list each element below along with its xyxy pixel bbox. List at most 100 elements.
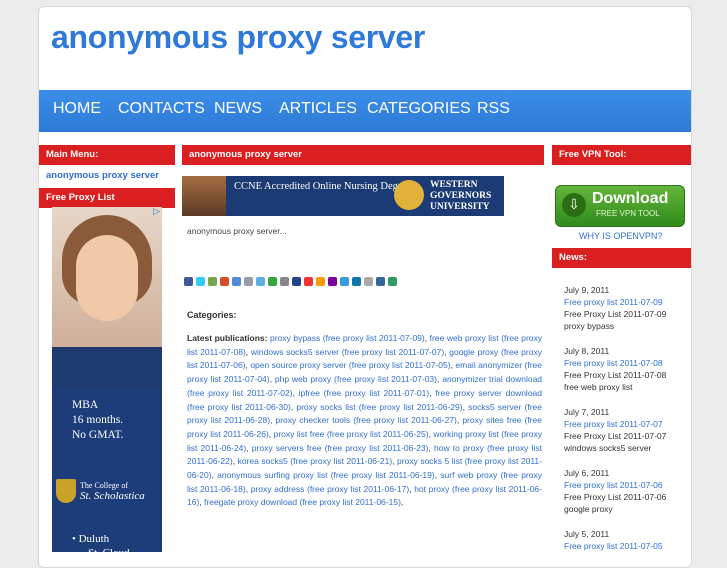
categories-label: Categories:	[187, 310, 237, 320]
news-link[interactable]: Free proxy list 2011-07-08	[564, 357, 689, 369]
latest-label: Latest publications:	[187, 333, 268, 343]
news-line: Free Proxy List 2011-07-06	[564, 492, 667, 502]
news-item: July 7, 2011 Free proxy list 2011-07-07 …	[564, 406, 689, 467]
left-ad[interactable]: ▷ MBA 16 months. No GMAT. The College of…	[52, 207, 162, 559]
news-topic: windows socks5 server	[564, 443, 652, 453]
download-vpn-button[interactable]: ⇩ Download FREE VPN TOOL	[555, 185, 685, 227]
linkedin-icon[interactable]	[352, 277, 361, 286]
left-sidebar: Main Menu: anonymous proxy server Free P…	[39, 145, 175, 559]
myspace-icon[interactable]	[364, 277, 373, 286]
news-link[interactable]: Free proxy list 2011-07-05	[564, 540, 689, 552]
news-date: July 5, 2011	[564, 529, 610, 539]
twitter-icon[interactable]	[196, 277, 205, 286]
download-button-label: Download	[592, 190, 669, 207]
evernote-icon[interactable]	[268, 277, 277, 286]
publication-link[interactable]: anonymous surfing proxy list (free proxy…	[217, 470, 435, 480]
bookmark-icon[interactable]	[244, 277, 253, 286]
share-icon[interactable]	[256, 277, 265, 286]
college-line-2: St. Scholastica	[80, 490, 145, 502]
publication-link[interactable]: ipfree (free proxy list 2011-07-01)	[299, 388, 430, 398]
main-menu-link[interactable]: anonymous proxy server	[39, 165, 175, 188]
ad-line-3: No GMAT.	[72, 429, 124, 441]
news-date: July 6, 2011	[564, 468, 610, 478]
yahoo-icon[interactable]	[328, 277, 337, 286]
campus-bullet-1: • Duluth	[72, 533, 110, 545]
nav-categories[interactable]: CATEGORIES	[367, 100, 471, 118]
campus-bullet-2: St. Cloud	[88, 547, 130, 559]
right-sidebar: Free VPN Tool: ⇩ Download FREE VPN TOOL …	[552, 145, 691, 551]
news-topic: free web proxy list	[564, 382, 633, 392]
news-date: July 9, 2011	[564, 285, 610, 295]
banner-text: CCNE Accredited Online Nursing Degrees.	[234, 181, 418, 192]
college-crest-icon	[56, 479, 76, 503]
latest-publications: Latest publications: proxy bypass (free …	[187, 333, 543, 508]
ad-photo-shirt	[52, 347, 162, 387]
news-line: Free Proxy List 2011-07-07	[564, 431, 667, 441]
banner-uni-line-3: UNIVERSITY	[430, 202, 490, 212]
nav-home[interactable]: HOME	[53, 100, 101, 118]
main-nav: HOME CONTACTS NEWS ARTICLES CATEGORIES R…	[39, 90, 691, 132]
friendfeed-icon[interactable]	[388, 277, 397, 286]
publication-link[interactable]: proxy socks list (free proxy list 2011-0…	[296, 402, 462, 412]
vpn-heading: Free VPN Tool:	[552, 145, 691, 165]
main-content: anonymous proxy server CCNE Accredited O…	[182, 145, 544, 507]
social-bookmarks	[184, 271, 400, 286]
page: anonymous proxy server HOME CONTACTS NEW…	[38, 6, 692, 568]
print-icon[interactable]	[280, 277, 289, 286]
nav-articles[interactable]: ARTICLES	[279, 100, 357, 118]
news-link[interactable]: Free proxy list 2011-07-07	[564, 418, 689, 430]
news-date: July 7, 2011	[564, 407, 610, 417]
ad-text-block: MBA 16 months. No GMAT. The College of S…	[52, 387, 162, 559]
banner-uni-line-1: WESTERN	[430, 180, 478, 190]
publication-link[interactable]: open source proxy server (free proxy lis…	[250, 360, 450, 370]
publication-link[interactable]: proxy checker tools (free proxy list 201…	[275, 415, 456, 425]
news-item: July 6, 2011 Free proxy list 2011-07-06 …	[564, 467, 689, 528]
publication-link[interactable]: freegate proxy download (free proxy list…	[204, 497, 401, 507]
banner-ad[interactable]: CCNE Accredited Online Nursing Degrees. …	[182, 176, 504, 216]
news-item: July 9, 2011 Free proxy list 2011-07-09 …	[564, 284, 689, 345]
banner-photo	[182, 176, 226, 216]
nav-news[interactable]: NEWS	[214, 100, 262, 118]
news-link[interactable]: Free proxy list 2011-07-06	[564, 479, 689, 491]
news-line: Free Proxy List 2011-07-09	[564, 309, 667, 319]
publication-link[interactable]: windows socks5 server (free proxy list 2…	[251, 347, 444, 357]
blogger-icon[interactable]	[316, 277, 325, 286]
news-list: July 9, 2011 Free proxy list 2011-07-09 …	[564, 284, 689, 567]
publication-link[interactable]: php web proxy (free proxy list 2011-07-0…	[275, 374, 437, 384]
ad-photo-face	[76, 235, 138, 321]
digg-icon[interactable]	[208, 277, 217, 286]
publication-link[interactable]: proxy list free (free proxy list 2011-06…	[274, 429, 429, 439]
content-heading: anonymous proxy server	[182, 145, 544, 165]
ad-line-1: MBA	[72, 399, 99, 411]
download-arrow-icon: ⇩	[562, 193, 586, 217]
free-proxy-heading: Free Proxy List	[39, 188, 175, 208]
site-title[interactable]: anonymous proxy server	[51, 19, 425, 56]
news-item: July 5, 2011 Free proxy list 2011-07-05	[564, 528, 689, 567]
main-menu-heading: Main Menu:	[39, 145, 175, 165]
banner-uni-line-2: GOVERNORS	[430, 191, 492, 201]
facebook-icon[interactable]	[184, 277, 193, 286]
adchoices-icon[interactable]: ▷	[153, 207, 160, 217]
banner-university: WESTERN GOVERNORS UNIVERSITY	[430, 180, 500, 213]
news-date: July 8, 2011	[564, 346, 610, 356]
delicious-icon[interactable]	[232, 277, 241, 286]
ad-photo	[52, 207, 162, 387]
publication-link[interactable]: proxy bypass (free proxy list 2011-07-09…	[270, 333, 425, 343]
google-bookmarks-icon[interactable]	[304, 277, 313, 286]
publication-link[interactable]: proxy address (free proxy list 2011-06-1…	[251, 484, 410, 494]
news-item: July 8, 2011 Free proxy list 2011-07-08 …	[564, 345, 689, 406]
nav-contacts[interactable]: CONTACTS	[118, 100, 205, 118]
publication-link[interactable]: korea socks5 (free proxy list 2011-06-21…	[238, 456, 393, 466]
why-openvpn-link[interactable]: WHY IS OPENVPN?	[579, 231, 662, 241]
publication-link[interactable]: proxy servers free (free proxy list 2011…	[252, 443, 429, 453]
news-heading: News:	[552, 248, 691, 268]
tumblr-icon[interactable]	[292, 277, 301, 286]
windows-live-icon[interactable]	[340, 277, 349, 286]
news-topic: google proxy	[564, 504, 613, 514]
reddit-icon[interactable]	[376, 277, 385, 286]
university-seal-icon	[394, 180, 424, 210]
news-line: Free Proxy List 2011-07-08	[564, 370, 667, 380]
nav-rss[interactable]: RSS	[477, 100, 510, 118]
news-link[interactable]: Free proxy list 2011-07-09	[564, 296, 689, 308]
stumbleupon-icon[interactable]	[220, 277, 229, 286]
